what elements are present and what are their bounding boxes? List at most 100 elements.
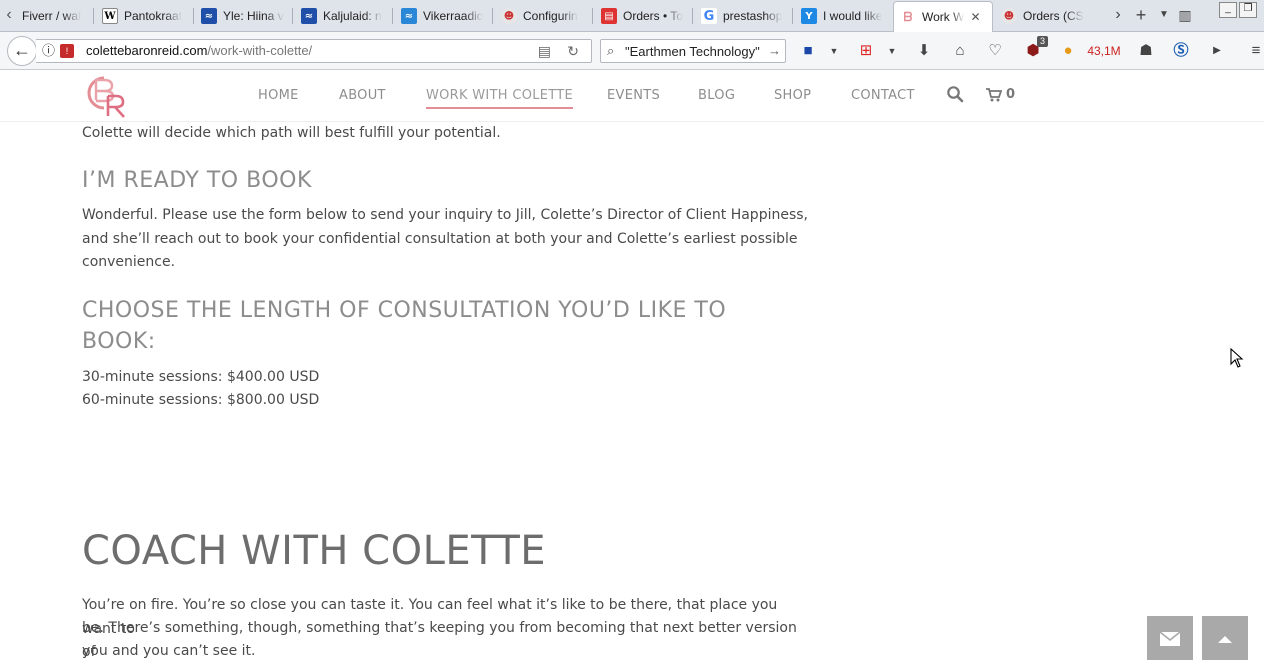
search-go-icon[interactable]: → [768, 40, 781, 62]
url-path: /work-with-colette/ [207, 43, 313, 58]
nav-contact[interactable]: CONTACT [851, 88, 915, 103]
tab-pantokraat[interactable]: W Pantokraat [102, 2, 190, 30]
prestashop-icon: ☻ [501, 8, 517, 24]
site-info-icon[interactable]: ⓘ [42, 40, 55, 62]
all-tabs-dropdown-icon[interactable]: ▼ [1154, 0, 1174, 32]
incognito-icon[interactable]: ☗ [1137, 40, 1155, 62]
search-bar[interactable]: ⌕ → [600, 39, 786, 63]
google-icon: G [701, 8, 717, 24]
search-icon: ⌕ [607, 43, 615, 58]
yahoo-icon: Y [801, 8, 817, 24]
restore-window-button[interactable]: ❐ [1239, 2, 1257, 18]
tab-fiverr[interactable]: Fiverr / waf [22, 2, 94, 30]
tab-work-with-colette[interactable]: ᗷ Work W ✕ [893, 1, 993, 32]
intro-paragraph: Colette will decide which path will best… [82, 125, 501, 141]
insecure-content-icon[interactable]: ! [60, 44, 74, 58]
cbr-logo[interactable] [82, 72, 128, 120]
cart-count: 0 [1006, 87, 1016, 102]
price-60-minute: 60-minute sessions: $800.00 USD [82, 392, 320, 408]
tab-title: Orders (CS [1023, 9, 1084, 23]
close-tab-icon[interactable]: ✕ [970, 10, 980, 24]
hamburger-menu-icon[interactable]: ≡ [1248, 40, 1264, 62]
tab-yle[interactable]: ≈ Yle: Hiina v [201, 2, 289, 30]
sidebar-toggle-icon[interactable]: ▥ [1175, 0, 1195, 32]
envelope-icon [1159, 631, 1181, 646]
first-aid-icon[interactable]: ⊞ [858, 40, 874, 62]
minimize-window-button[interactable]: _ [1219, 2, 1237, 18]
tab-title: Configurin [523, 9, 578, 23]
err-icon: ≈ [301, 8, 317, 24]
search-input[interactable] [625, 42, 765, 60]
ublock-count-badge: 3 [1036, 36, 1048, 47]
tab-kaljulaid[interactable]: ≈ Kaljulaid: n [301, 2, 389, 30]
nav-about[interactable]: ABOUT [339, 88, 386, 103]
tab-separator [193, 8, 194, 24]
ready-paragraph-line-3: convenience. [82, 254, 176, 270]
tab-prestashop-search[interactable]: G prestashop [701, 2, 789, 30]
home-icon[interactable]: ⌂ [951, 40, 969, 62]
tab-title: Kaljulaid: n [323, 9, 382, 23]
tab-separator [492, 8, 493, 24]
price-30-minute: 30-minute sessions: $400.00 USD [82, 369, 320, 385]
youtube-icon[interactable]: ▶ [1208, 40, 1226, 62]
tab-separator [692, 8, 693, 24]
ublock-icon[interactable]: ⬢ 3 [1024, 36, 1048, 62]
save-dropdown-icon[interactable]: ▼ [828, 40, 840, 62]
reload-icon[interactable]: ↻ [567, 40, 579, 62]
site-header: HOME ABOUT WORK WITH COLETTE EVENTS BLOG… [0, 71, 1264, 122]
cart-button[interactable]: 0 [985, 87, 1015, 102]
memory-usage-label[interactable]: 43,1M [1084, 40, 1124, 62]
nav-work-with-colette[interactable]: WORK WITH COLETTE [426, 88, 574, 109]
memory-monitor-icon[interactable]: ● [1060, 40, 1076, 62]
search-icon[interactable] [946, 85, 964, 103]
tab-vikerraadio[interactable]: ≈ Vikerraadio [401, 2, 489, 30]
tab-configuring[interactable]: ☻ Configurin [501, 2, 589, 30]
nav-home[interactable]: HOME [258, 88, 299, 103]
tab-separator [292, 8, 293, 24]
skype-icon[interactable]: Ⓢ [1172, 40, 1190, 62]
chevron-up-icon [1218, 636, 1232, 643]
url-bar[interactable]: ⓘ ! colettebaronreid.com/work-with-colet… [36, 39, 592, 63]
ready-paragraph-line-2: and she’ll reach out to book your confid… [82, 231, 798, 247]
downloads-icon[interactable]: ⬇ [916, 40, 932, 62]
back-button[interactable]: ← [7, 36, 37, 66]
tab-i-would-like[interactable]: Y I would like [801, 2, 889, 30]
consultation-length-heading-line-2: BOOK: [82, 329, 156, 354]
nav-blog[interactable]: BLOG [698, 88, 735, 103]
tab-orders-csv[interactable]: ☻ Orders (CS [1001, 2, 1087, 30]
orders-cart-icon: ▤ [601, 8, 617, 24]
err-icon: ≈ [401, 8, 417, 24]
coach-paragraph-line-3: you and you can’t see it. [82, 643, 256, 659]
url-text[interactable]: colettebaronreid.com/work-with-colette/ [86, 40, 312, 62]
save-page-icon[interactable]: ■ [800, 40, 816, 62]
err-icon: ≈ [201, 8, 217, 24]
tab-orders-to[interactable]: ▤ Orders • To [601, 2, 689, 30]
tab-title: I would like [823, 9, 883, 23]
first-aid-dropdown-icon[interactable]: ▼ [886, 40, 898, 62]
back-arrow-icon: ← [13, 40, 31, 60]
coach-with-colette-heading: COACH WITH COLETTE [82, 528, 547, 574]
new-tab-button[interactable]: + [1131, 0, 1151, 32]
tab-scroll-right-button[interactable]: › [1108, 0, 1128, 32]
nav-shop[interactable]: SHOP [774, 88, 811, 103]
tab-title: Fiverr / waf [22, 9, 82, 23]
cart-icon [986, 88, 1002, 102]
nav-events[interactable]: EVENTS [607, 88, 660, 103]
prestashop-icon: ☻ [1001, 8, 1017, 24]
url-domain: colettebaronreid.com [86, 43, 208, 58]
tab-title: Work W [922, 10, 965, 24]
cbr-logo-icon: ᗷ [900, 9, 916, 25]
tab-separator [792, 8, 793, 24]
contact-email-button[interactable] [1147, 616, 1193, 660]
pocket-icon[interactable]: ♡ [986, 40, 1004, 62]
consultation-length-heading-line-1: CHOOSE THE LENGTH OF CONSULTATION YOU’D … [82, 298, 727, 323]
tab-title: Yle: Hiina v [223, 9, 284, 23]
tab-title: Pantokraat [124, 9, 183, 23]
tab-scroll-left-button[interactable]: ‹ [0, 0, 18, 32]
reader-view-icon[interactable]: ▤ [538, 40, 551, 62]
mouse-cursor-icon [1230, 348, 1244, 368]
back-to-top-button[interactable] [1202, 616, 1248, 660]
tab-separator [93, 8, 94, 24]
tab-separator [592, 8, 593, 24]
tab-title: prestashop [723, 9, 783, 23]
